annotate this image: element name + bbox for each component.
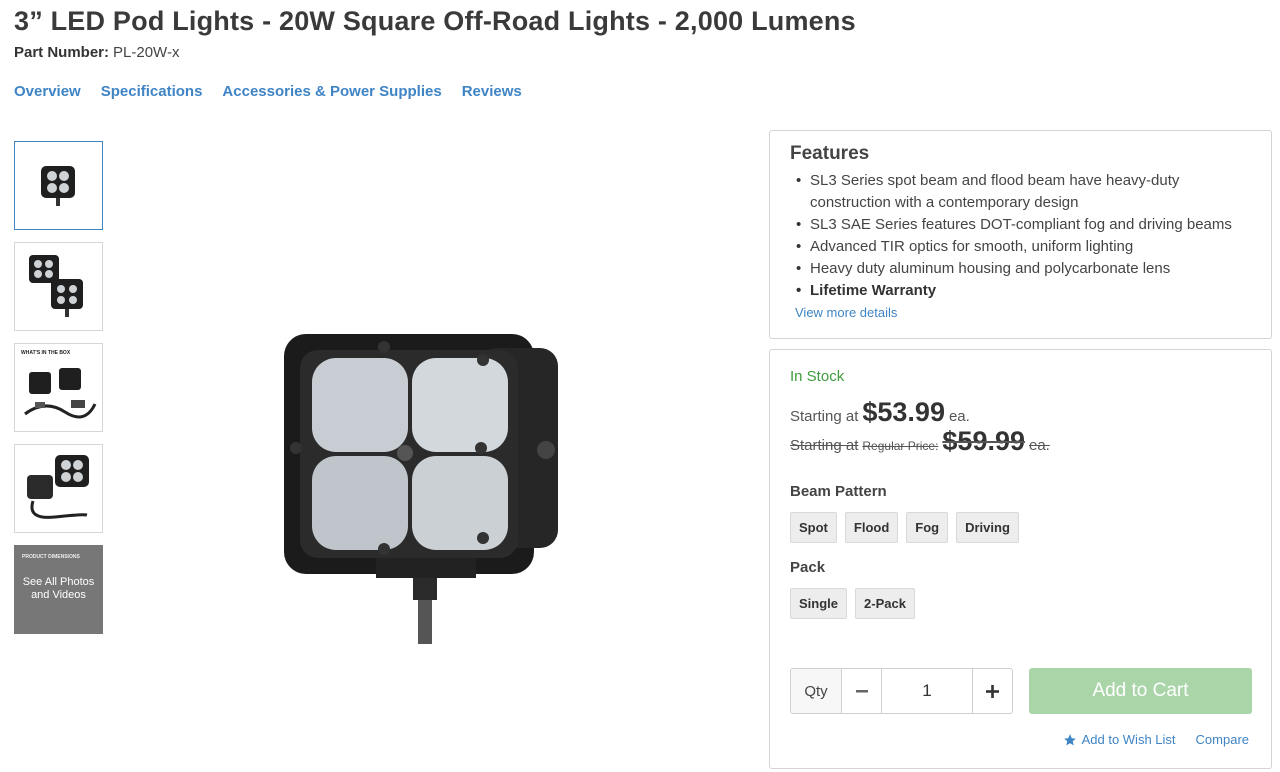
tab-overview[interactable]: Overview (14, 83, 81, 100)
thumbnail-3[interactable]: WHAT'S IN THE BOX (14, 343, 103, 432)
starting-at-label: Starting at (790, 408, 859, 425)
feature-item: SL3 SAE Series features DOT-compliant fo… (796, 214, 1251, 236)
tab-specifications[interactable]: Specifications (101, 83, 203, 100)
pod-light-pair-thumb-image (29, 255, 83, 317)
pack-option-2-pack[interactable]: 2-Pack (855, 588, 915, 619)
qty-increase-button[interactable] (972, 669, 1012, 713)
product-dimensions-caption: PRODUCT DIMENSIONS (22, 554, 80, 560)
box-contents-thumb-image (24, 368, 97, 419)
product-title: 3” LED Pod Lights - 20W Square Off-Road … (14, 6, 856, 36)
pack-label: Pack (790, 559, 826, 576)
part-number: Part Number: PL-20W-x (14, 44, 179, 61)
thumbnail-1[interactable] (14, 141, 103, 230)
each-label: ea. (948, 408, 970, 425)
features-list: SL3 Series spot beam and flood beam have… (790, 170, 1251, 302)
purchase-panel: In Stock Starting at $53.99 ea. Starting… (769, 349, 1272, 769)
feature-item-warranty: Lifetime Warranty (796, 280, 1251, 302)
main-product-image (284, 334, 558, 644)
feature-item: Heavy duty aluminum housing and polycarb… (796, 258, 1251, 280)
star-icon (1063, 733, 1076, 745)
qty-input[interactable] (882, 669, 972, 713)
beam-pattern-label: Beam Pattern (790, 483, 887, 500)
add-to-wishlist-link[interactable]: Add to Wish List (1063, 732, 1176, 747)
starting-at-label: Starting at (790, 437, 859, 454)
see-all-photos-thumbnail[interactable]: PRODUCT DIMENSIONS See All Photos and Vi… (14, 545, 103, 634)
thumbnail-gallery: WHAT'S IN THE BOX PRODUCT DIMENSIONS See… (14, 141, 104, 646)
current-price-row: Starting at $53.99 ea. (790, 397, 1251, 428)
tab-accessories[interactable]: Accessories & Power Supplies (222, 83, 441, 100)
beam-option-fog[interactable]: Fog (906, 512, 949, 543)
features-heading: Features (790, 143, 870, 164)
stock-status: In Stock (790, 368, 845, 385)
qty-label: Qty (791, 669, 842, 713)
wishlist-label: Add to Wish List (1081, 732, 1176, 747)
beam-option-driving[interactable]: Driving (956, 512, 1019, 543)
minus-icon (855, 690, 868, 693)
regular-price: $59.99 (942, 426, 1025, 456)
whats-in-box-caption: WHAT'S IN THE BOX (21, 350, 71, 356)
pack-option-single[interactable]: Single (790, 588, 848, 619)
compare-link[interactable]: Compare (1196, 732, 1249, 747)
pod-light-thumb-image (41, 166, 75, 206)
current-price: $53.99 (862, 397, 945, 427)
quantity-stepper: Qty (790, 668, 1013, 714)
thumbnail-4[interactable] (14, 444, 103, 533)
features-panel: Features SL3 Series spot beam and flood … (769, 130, 1272, 339)
view-more-details-link[interactable]: View more details (795, 305, 1251, 320)
feature-item: Advanced TIR optics for smooth, uniform … (796, 236, 1251, 258)
each-label: ea. (1029, 437, 1050, 454)
tab-reviews[interactable]: Reviews (462, 83, 522, 100)
plus-icon (986, 684, 999, 698)
product-tabs: Overview Specifications Accessories & Po… (14, 83, 522, 100)
part-number-value: PL-20W-x (113, 44, 180, 61)
regular-price-label: Regular Price: (862, 439, 939, 453)
regular-price-row: Starting at Regular Price: $59.99 ea. (790, 426, 1251, 457)
secondary-actions: Add to Wish List Compare (1063, 732, 1249, 747)
beam-option-flood[interactable]: Flood (844, 512, 899, 543)
thumbnail-2[interactable] (14, 242, 103, 331)
add-to-cart-row: Qty Add to Cart (790, 668, 1252, 714)
add-to-cart-button[interactable]: Add to Cart (1029, 668, 1252, 714)
part-number-label: Part Number: (14, 44, 110, 61)
see-all-photos-label: See All Photos and Videos (22, 576, 95, 601)
feature-item: SL3 Series spot beam and flood beam have… (796, 170, 1251, 214)
pack-options: Single 2-Pack (790, 588, 1251, 619)
pod-light-wired-thumb-image (27, 455, 89, 519)
beam-pattern-options: Spot Flood Fog Driving (790, 512, 1251, 543)
beam-option-spot[interactable]: Spot (790, 512, 837, 543)
qty-decrease-button[interactable] (842, 669, 882, 713)
